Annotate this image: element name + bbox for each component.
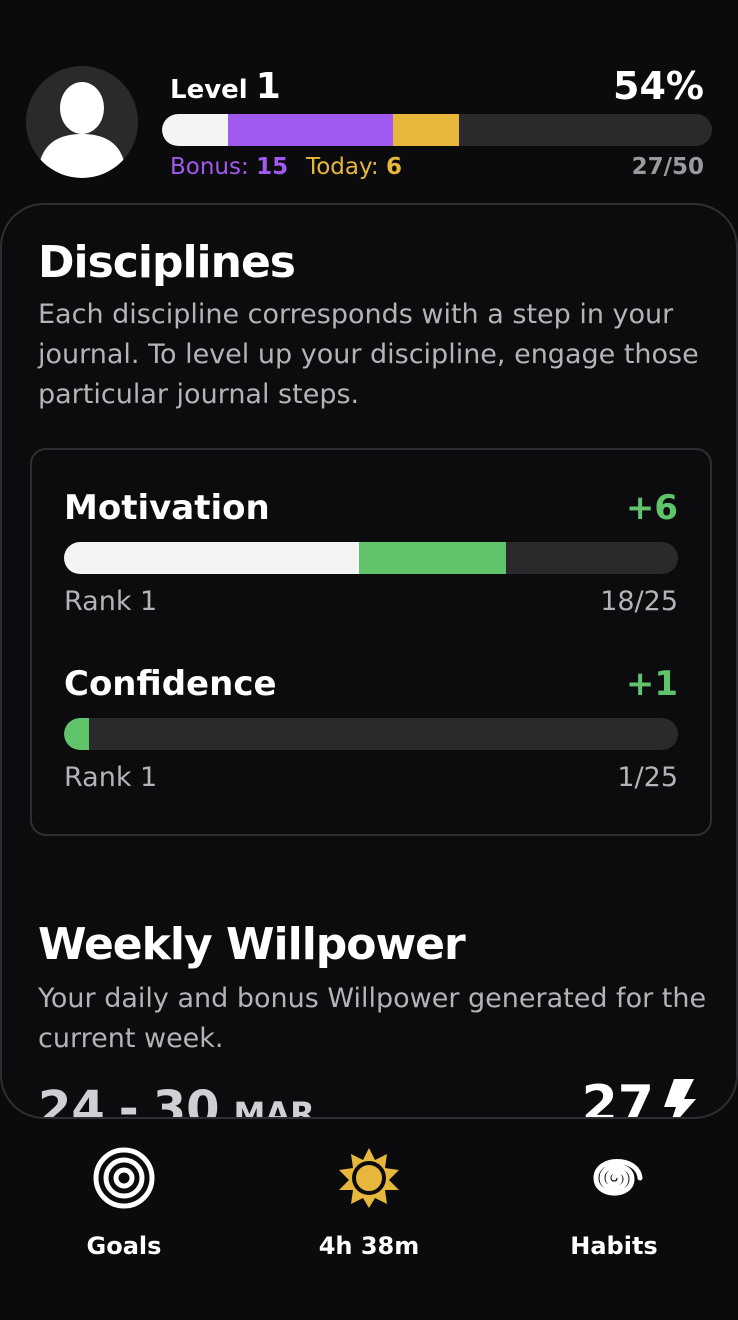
discipline-count: 1/25 <box>617 762 678 793</box>
willpower-total: 27 <box>582 1075 696 1117</box>
nav-goals[interactable]: Goals <box>24 1146 224 1260</box>
target-icon <box>93 1147 155 1209</box>
discipline-progress-bar <box>64 542 678 574</box>
discipline-gain: +1 <box>625 664 678 704</box>
xp-breakdown: Bonus: 15 Today: 6 <box>170 154 402 180</box>
discipline-gain: +6 <box>625 488 678 528</box>
discipline-rank: Rank 1 <box>64 762 158 793</box>
nav-goals-label: Goals <box>86 1232 162 1260</box>
bottom-nav: Goals 4h 38m Habits <box>0 1130 738 1280</box>
disciplines-title: Disciplines <box>38 237 296 288</box>
discipline-progress-bar <box>64 718 678 750</box>
progress-today-segment <box>393 114 459 146</box>
spiral-icon <box>593 1159 643 1196</box>
willpower-description: Your daily and bonus Willpower generated… <box>38 983 707 1054</box>
nav-timer[interactable]: 4h 38m <box>269 1146 469 1260</box>
discipline-confidence[interactable]: Confidence +1 Rank 1 1/25 <box>64 664 678 814</box>
lightning-icon <box>664 1079 696 1117</box>
avatar[interactable] <box>26 66 138 178</box>
progress-bonus-segment <box>228 114 393 146</box>
week-range: 24 - 30 MAR <box>38 1081 315 1119</box>
nav-habits[interactable]: Habits <box>514 1146 714 1260</box>
progress-today-segment <box>358 542 507 574</box>
progress-base-segment <box>162 114 228 146</box>
level-label: Level <box>170 75 248 105</box>
nav-timer-label: 4h 38m <box>318 1232 420 1260</box>
main-card[interactable]: Disciplines Each discipline corresponds … <box>0 203 738 1119</box>
nav-habits-label: Habits <box>570 1232 658 1260</box>
discipline-name: Motivation <box>64 488 270 528</box>
discipline-motivation[interactable]: Motivation +6 Rank 1 18/25 <box>64 488 678 638</box>
bonus-stat: Bonus: 15 <box>170 154 289 180</box>
level-header: Level 1 54% Bonus: 15 Today: 6 27/50 <box>0 0 738 200</box>
xp-count: 27/50 <box>631 154 704 180</box>
user-icon <box>38 82 126 178</box>
discipline-count: 18/25 <box>600 586 678 617</box>
level-progress-bar <box>162 114 712 146</box>
sun-icon <box>339 1148 399 1208</box>
today-stat: Today: 6 <box>306 154 402 180</box>
discipline-name: Confidence <box>64 664 277 704</box>
progress-today-segment <box>64 718 89 750</box>
disciplines-list: Motivation +6 Rank 1 18/25 Confidence +1… <box>30 448 712 836</box>
progress-base-segment <box>64 542 359 574</box>
level-percent: 54% <box>613 64 704 108</box>
level-number: 1 <box>255 66 281 107</box>
discipline-rank: Rank 1 <box>64 586 158 617</box>
disciplines-description: Each discipline corresponds with a step … <box>38 299 699 410</box>
level-title: Level 1 <box>170 66 281 107</box>
willpower-title: Weekly Willpower <box>38 919 466 970</box>
